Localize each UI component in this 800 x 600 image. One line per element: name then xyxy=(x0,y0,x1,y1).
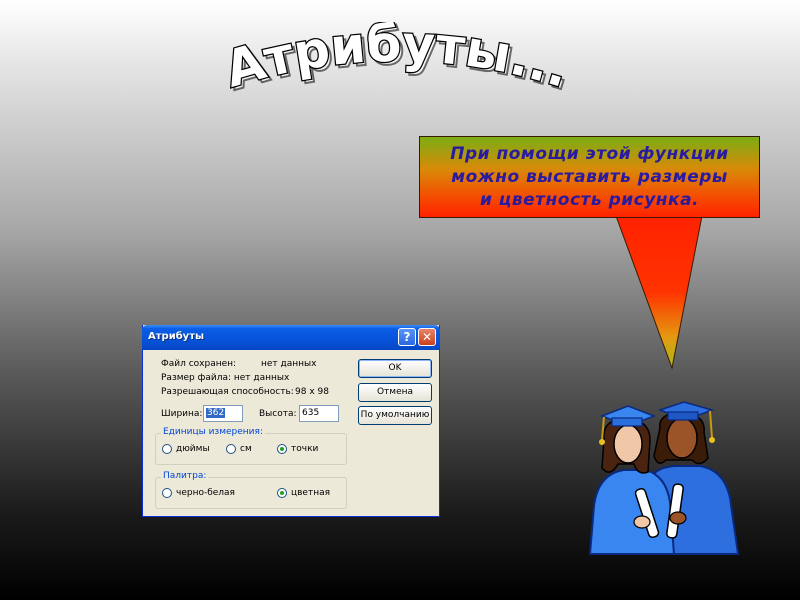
file-saved-value: нет данных xyxy=(261,359,317,369)
slide-title-text: Атрибуты... xyxy=(217,22,577,100)
file-size-text: Размер файла: нет данных xyxy=(161,373,290,383)
palette-color-label: цветная xyxy=(291,488,331,498)
attributes-dialog: Атрибуты ? ✕ Файл сохранен: нет данных Р… xyxy=(142,325,440,517)
units-cm-label: см xyxy=(240,444,252,454)
dialog-title: Атрибуты xyxy=(148,331,205,342)
file-saved-label: Файл сохранен: xyxy=(161,359,237,369)
svg-text:Атрибуты...: Атрибуты... xyxy=(219,22,577,99)
units-group: Единицы измерения: дюймы см точки xyxy=(155,427,347,465)
palette-group: Палитра: черно-белая цветная xyxy=(155,471,347,509)
width-value: 362 xyxy=(206,408,226,418)
palette-bw-label: черно-белая xyxy=(176,488,235,498)
width-input[interactable]: 362 xyxy=(203,405,243,422)
dialog-titlebar[interactable]: Атрибуты ? ✕ xyxy=(142,325,440,350)
palette-legend: Палитра: xyxy=(161,471,209,481)
height-input[interactable]: 635 xyxy=(299,405,339,422)
height-label: Высота: xyxy=(259,409,297,419)
height-value: 635 xyxy=(302,408,320,418)
callout-text: При помощи этой функции можно выставить … xyxy=(450,143,729,210)
radio-circle-checked xyxy=(277,488,287,498)
cancel-button[interactable]: Отмена xyxy=(358,383,432,402)
slide-title-wordart: Атрибуты... Атрибуты... xyxy=(217,22,580,102)
resolution-label: Разрешающая способность: xyxy=(161,387,294,397)
units-points-radio[interactable]: точки xyxy=(277,444,318,454)
units-legend: Единицы измерения: xyxy=(161,427,265,437)
units-inches-radio[interactable]: дюймы xyxy=(162,444,210,454)
palette-color-radio[interactable]: цветная xyxy=(277,488,330,498)
default-button[interactable]: По умолчанию xyxy=(358,406,432,425)
width-label: Ширина: xyxy=(161,409,203,419)
ok-button[interactable]: OK xyxy=(358,359,432,378)
units-points-label: точки xyxy=(291,444,319,454)
close-icon[interactable]: ✕ xyxy=(418,328,436,346)
units-inches-label: дюймы xyxy=(176,444,210,454)
units-cm-radio[interactable]: см xyxy=(226,444,252,454)
help-icon[interactable]: ? xyxy=(398,328,416,346)
radio-circle xyxy=(162,488,172,498)
resolution-value: 98 x 98 xyxy=(295,387,329,397)
slide-title: Атрибуты... Атрибуты... xyxy=(212,22,582,102)
callout-box: При помощи этой функции можно выставить … xyxy=(419,136,760,218)
graduates-clipart xyxy=(588,401,740,555)
radio-circle xyxy=(162,444,172,454)
radio-circle-checked xyxy=(277,444,287,454)
palette-bw-radio[interactable]: черно-белая xyxy=(162,488,235,498)
radio-circle xyxy=(226,444,236,454)
